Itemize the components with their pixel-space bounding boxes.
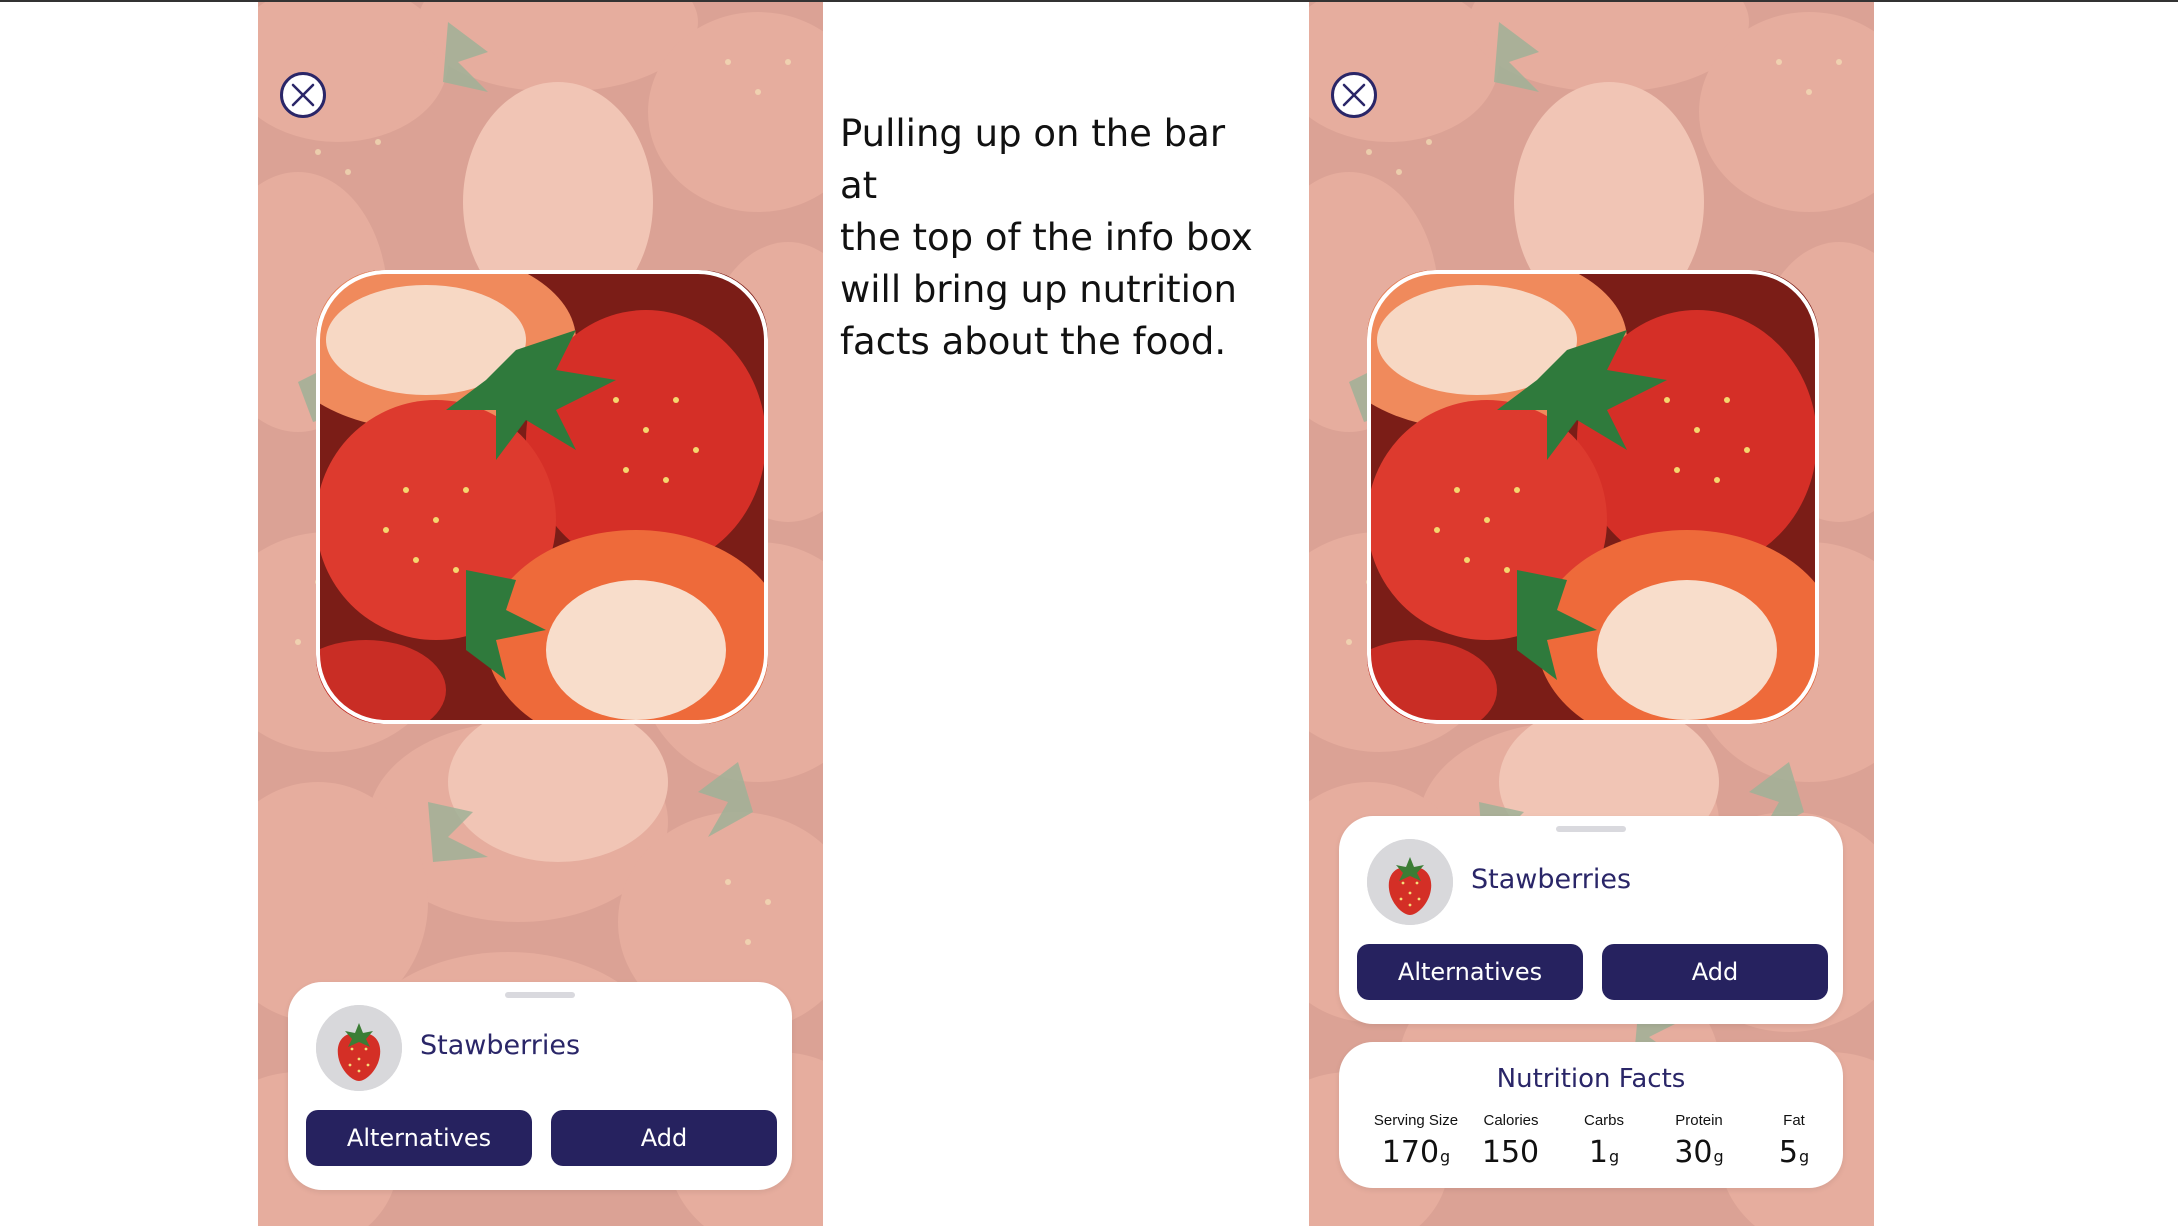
strawberry-icon (1367, 839, 1453, 925)
strawberry-photo (316, 270, 768, 724)
phone-screen-expanded: Stawberries Alternatives Add Nutrition F… (1309, 2, 1874, 1226)
caption-line: will bring up nutrition (840, 268, 1238, 311)
food-name: Stawberries (1471, 864, 1632, 895)
drag-handle[interactable] (505, 992, 575, 998)
nutrition-label: Serving Size (1373, 1112, 1459, 1129)
nutrition-facts-title: Nutrition Facts (1496, 1064, 1686, 1094)
strawberry-icon (316, 1005, 402, 1091)
close-x-icon (1342, 83, 1366, 107)
scan-viewfinder (316, 270, 768, 724)
caption-line: Pulling up on the bar at (840, 112, 1226, 207)
food-name: Stawberries (420, 1030, 581, 1061)
caption-line: the top of the info box (840, 216, 1253, 259)
close-button[interactable] (280, 72, 326, 118)
nutrition-facts-card: Nutrition Facts Serving Size 170g Calori… (1339, 1042, 1843, 1188)
strawberry-photo (1367, 270, 1819, 724)
nutrition-item-protein: Protein 30g (1644, 1112, 1754, 1170)
nutrition-label: Fat (1783, 1112, 1805, 1129)
phone-screen-collapsed: Stawberries Alternatives Add (258, 2, 823, 1226)
nutrition-item-fat: Fat 5g (1739, 1112, 1849, 1170)
nutrition-value: 1g (1588, 1135, 1620, 1170)
drag-handle[interactable] (1556, 826, 1626, 832)
nutrition-item-carbs: Carbs 1g (1549, 1112, 1659, 1170)
add-button[interactable]: Add (1602, 944, 1828, 1000)
caption-line: facts about the food. (840, 320, 1227, 363)
food-info-card: Stawberries Alternatives Add (1339, 816, 1843, 1024)
nutrition-label: Carbs (1583, 1112, 1624, 1129)
nutrition-value: 170g (1381, 1135, 1451, 1170)
add-button[interactable]: Add (551, 1110, 777, 1166)
alternatives-button[interactable]: Alternatives (1357, 944, 1583, 1000)
nutrition-item-serving-size: Serving Size 170g (1361, 1112, 1471, 1170)
nutrition-value: 5g (1778, 1135, 1810, 1170)
food-info-card: Stawberries Alternatives Add (288, 982, 792, 1190)
food-thumbnail (316, 1005, 402, 1091)
instruction-caption: Pulling up on the bar at the top of the … (840, 108, 1260, 368)
close-button[interactable] (1331, 72, 1377, 118)
food-thumbnail (1367, 839, 1453, 925)
close-x-icon (291, 83, 315, 107)
nutrition-label: Protein (1675, 1112, 1723, 1129)
nutrition-value: 30g (1674, 1135, 1724, 1170)
scan-viewfinder (1367, 270, 1819, 724)
alternatives-button[interactable]: Alternatives (306, 1110, 532, 1166)
